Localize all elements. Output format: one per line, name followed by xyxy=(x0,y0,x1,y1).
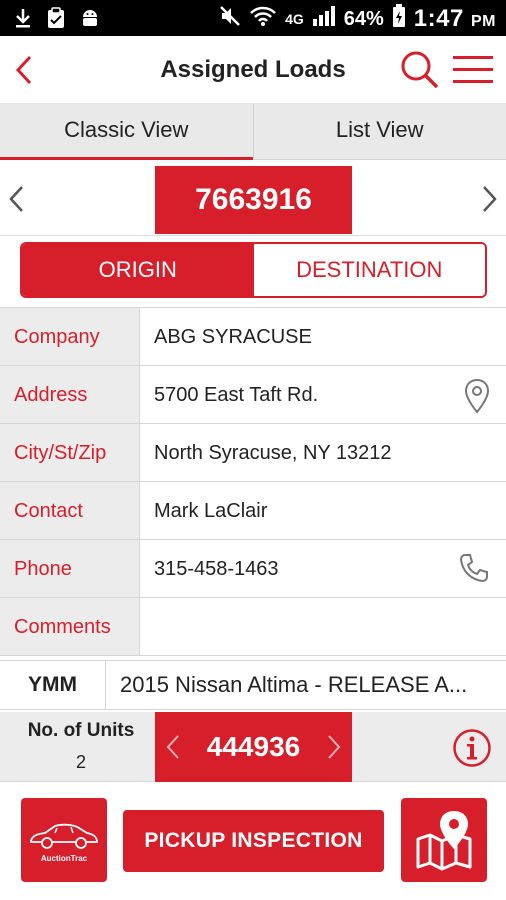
units-label: No. of Units xyxy=(27,720,135,741)
signal-icon xyxy=(312,5,336,33)
map-button[interactable] xyxy=(401,798,487,882)
battery-percent: 64% xyxy=(343,7,384,30)
detail-value: 5700 East Taft Rd. xyxy=(140,366,506,423)
destination-button[interactable]: DESTINATION xyxy=(253,244,485,296)
ymm-value: 2015 Nissan Altima - RELEASE A... xyxy=(120,672,468,697)
network-type: 4G xyxy=(285,11,304,27)
phone-icon[interactable] xyxy=(458,552,490,584)
action-bar: AuctionTrac PICKUP INSPECTION xyxy=(0,782,506,900)
map-pin-icon xyxy=(416,811,472,871)
detail-value: ABG SYRACUSE xyxy=(154,326,312,348)
detail-row-company: Company ABG SYRACUSE xyxy=(0,308,506,366)
detail-value: North Syracuse, NY 13212 xyxy=(154,442,392,464)
detail-row-phone: Phone 315-458-1463 xyxy=(0,540,506,598)
units-row: No. of Units 2 444936 xyxy=(0,712,506,782)
tab-list-view[interactable]: List View xyxy=(252,104,506,159)
unit-number: 444936 xyxy=(206,731,301,762)
detail-row-city: City/St/Zip North Syracuse, NY 13212 xyxy=(0,424,506,482)
detail-value: Mark LaClair xyxy=(154,500,268,522)
next-unit-chevron-icon[interactable] xyxy=(326,734,342,765)
location-pin-icon[interactable] xyxy=(464,378,490,414)
hamburger-menu-icon[interactable] xyxy=(452,54,494,86)
detail-label: Phone xyxy=(0,540,140,597)
detail-row-address: Address 5700 East Taft Rd. xyxy=(0,366,506,424)
load-number: 7663916 xyxy=(155,166,352,234)
origin-destination-toggle: ORIGIN DESTINATION xyxy=(20,242,487,298)
car-logo-icon xyxy=(30,823,98,849)
detail-value xyxy=(140,598,506,655)
origin-button[interactable]: ORIGIN xyxy=(22,244,254,296)
clipboard-icon xyxy=(46,7,66,29)
search-icon[interactable] xyxy=(400,50,440,90)
units-count: 2 xyxy=(75,752,86,772)
clock: 1:47 PM xyxy=(413,5,496,32)
android-icon xyxy=(80,7,100,29)
detail-row-contact: Contact Mark LaClair xyxy=(0,482,506,540)
app-bar: Assigned Loads xyxy=(0,36,506,104)
info-icon[interactable] xyxy=(452,728,492,768)
tab-classic-view[interactable]: Classic View xyxy=(0,104,253,160)
wifi-icon xyxy=(249,5,277,33)
detail-row-comments: Comments xyxy=(0,598,506,656)
ymm-label: YMM xyxy=(0,661,106,709)
detail-label: Contact xyxy=(0,482,140,539)
ymm-row: YMM 2015 Nissan Altima - RELEASE A... xyxy=(0,660,506,710)
status-bar: 4G 64% 1:47 PM xyxy=(0,0,506,36)
unit-selector: 444936 xyxy=(155,712,352,782)
status-indicators: 4G 64% 1:47 PM xyxy=(219,4,496,34)
auctiontrac-logo-button[interactable]: AuctionTrac xyxy=(21,798,107,882)
load-selector: 7663916 xyxy=(0,162,506,236)
pickup-inspection-button[interactable]: PICKUP INSPECTION xyxy=(123,810,384,872)
battery-icon xyxy=(392,4,406,34)
detail-label: Address xyxy=(0,366,140,423)
mute-icon xyxy=(219,5,241,33)
notification-icons xyxy=(14,7,100,29)
detail-label: Comments xyxy=(0,598,140,655)
download-icon xyxy=(14,7,32,29)
detail-value: 315-458-1463 xyxy=(140,540,506,597)
next-load-chevron-icon[interactable] xyxy=(480,184,500,214)
detail-label: Company xyxy=(0,308,140,365)
logo-text: AuctionTrac xyxy=(40,854,88,863)
view-tabs: Classic View List View xyxy=(0,104,506,160)
previous-load-chevron-icon[interactable] xyxy=(6,184,26,214)
detail-label: City/St/Zip xyxy=(0,424,140,481)
location-details: Company ABG SYRACUSE Address 5700 East T… xyxy=(0,307,506,656)
